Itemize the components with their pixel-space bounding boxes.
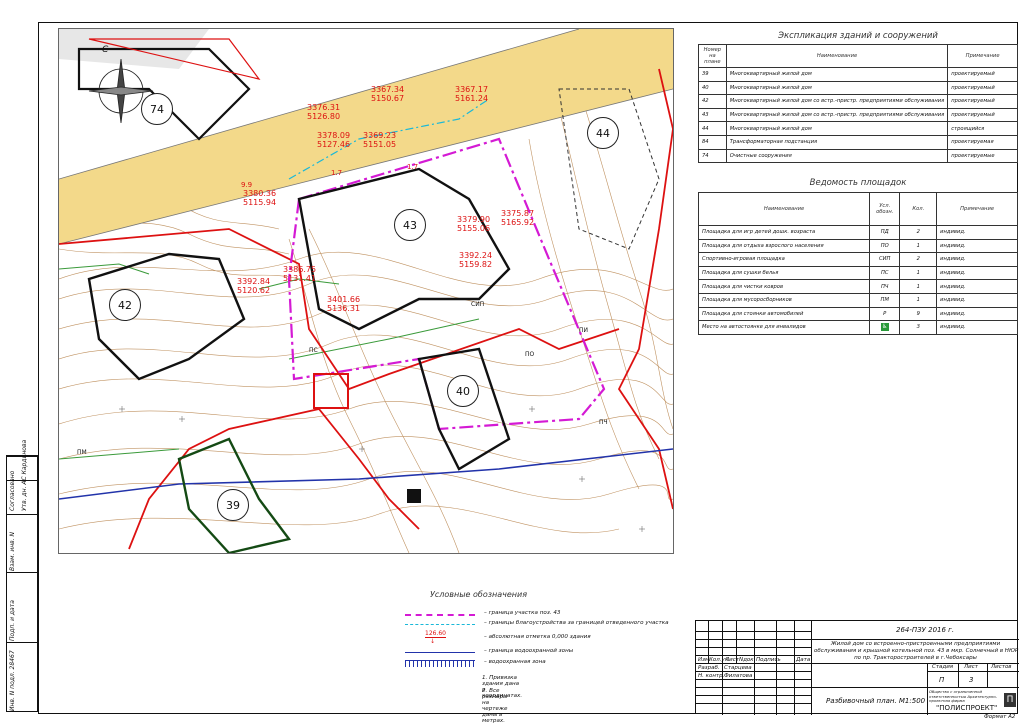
building-number-39: 39 [217,489,249,521]
site-plan: С 74 43 42 40 39 44 3376.31 5126.80 3367.… [58,28,674,554]
legend-title: Условные обозначения [430,590,528,599]
table-row: 74 Очистные сооружения проектируемые [698,148,1018,164]
building-number-40: 40 [447,375,479,407]
org-name: "ПОЛИСПРОЕКТ" [936,704,998,712]
sheets-header: Листов [991,664,1012,670]
table-row: 43 Многоквартирный жилой дом со встр.-при… [698,107,1018,123]
table-row: Площадка для сушки белья ПС 1 индивид. [697,265,1018,281]
wheelchair-icon: ♿ [880,323,889,332]
legend-landscaping-line [405,624,475,625]
drawing-code: 264-ПЗУ 2016 г. [896,626,955,634]
sidebar-label: Инв. N подл. 28467 [9,650,16,711]
org-description: Общество с ограниченной ответственностью… [929,689,998,703]
coord-label: 3367.34 5150.67 [371,85,405,103]
col-header: Примечание [936,192,1018,226]
coord-label: 3380.36 5115.94 [243,189,277,207]
sidebar-label: Утв. дн. АС Кардинова [21,439,28,511]
stamp-col-header: Лист [725,657,739,663]
elevation-arrow-icon: ↓ [430,638,436,645]
legend-item: – граница участка поз. 43 [484,610,561,616]
stamp-person: Старцева [724,665,752,671]
table-row: Площадка для отдыха взрослого населения П… [697,238,1018,254]
legend-item: – границы благоустройства за границей от… [484,620,669,626]
coord-label: 3379.90 5155.06 [457,215,491,233]
table-row: 42 Многоквартирный жилой дом со встр.-при… [698,94,1018,109]
col-header: Наименование [725,44,949,68]
coord-label: 3369.23 5151.05 [363,131,397,149]
north-label: С [102,45,109,55]
coord-label: 3392.24 5159.82 [459,251,493,269]
building-number-44: 44 [587,117,619,149]
dimension-label: 1.7 [407,163,419,171]
approval-sidebar: Согласовано Утв. дн. АС Кардинова Взам. … [6,439,38,712]
coord-label: 3392.84 5120.62 [237,277,271,295]
zone-label: ПМ [77,449,87,456]
explication-title: Экспликация зданий и сооружений [778,31,938,41]
legend-note: 2. Все размеры на чертеже даны в метрах. [482,688,508,724]
stamp-col-header: Дата [796,657,811,663]
title-block: Изм. Кол.уч. Лист Nдок. Подпись Дата Раз… [695,620,1019,715]
table-row: 84 Трансформаторная подстанция проектируем… [698,134,1018,150]
table-row: Спортивно-игровая площадка СИП 2 индивид. [697,252,1018,267]
zone-label: СИП [471,301,485,308]
coord-label: 3376.31 5126.80 [307,103,341,121]
legend-water-zone-hatch [405,660,475,667]
table-row: Площадка для мусоросборников ПМ 1 индивид. [697,292,1018,308]
stamp-role: Н. контр. [698,673,725,679]
stamp-col-header: Подпись [756,657,781,663]
explication-table: Номер на плане Наименование Примечание 3… [698,44,1018,164]
table-row: Площадка для игр детей дошк. возраста ПД 2… [697,225,1018,240]
coord-label: 3378.09 5127.46 [317,131,351,149]
zone-label: ПИ [579,327,588,334]
dimension-label: 9.9 [241,181,253,189]
stage-value: П [939,676,945,684]
project-description: Жилой дом со встроенно-пристроенными пре… [814,641,1019,661]
drawing-title: Разбивочный план. М1:500 [826,697,926,705]
col-header: Примечание [947,44,1018,68]
zone-label: ПС [309,347,318,354]
legend-water-boundary-line [405,652,475,653]
org-logo-icon: П [1004,693,1016,707]
table-row: Место на автостоянке для инвалидов ♿ 3 инди… [697,320,1018,335]
legend-item: – абсолютная отметка 0,000 здания [484,634,591,640]
sidebar-label: Подп. и дата [9,600,16,641]
stamp-person: Филатова [724,673,753,679]
building-number-43: 43 [394,209,426,241]
legend-item: – водоохранная зона [484,659,546,665]
dimension-label: 1.7 [331,169,343,177]
col-header: Номер на плане [698,44,727,68]
legend-item: – граница водоохранной зоны [484,648,574,654]
stamp-role: Разраб. [698,665,720,671]
table-row: Площадка для чистки ковров ПЧ 1 индивид. [697,279,1018,294]
table-row: 39 Многоквартирный жилой дом проектируемый [698,67,1018,82]
stamp-col-header: Nдок. [739,657,756,663]
zone-label: ПЧ [599,419,608,426]
coord-label: 3375.87 5165.92 [501,209,535,227]
table-row: 44 Многоквартирный жилой дом строящийся [698,121,1018,136]
coord-label: 3367.17 5161.24 [455,85,489,103]
col-header: Усл. обозн. [869,192,901,226]
table-row: Площадка для стоянки автомобилей Р 9 индиви… [697,306,1018,322]
table-row: 40 Многоквартирный жилой дом проектируемый [698,80,1018,96]
coord-label: 3386.75 5131.41 [283,265,317,283]
format-label: Формат А2 [984,714,1016,720]
zone-label: ПО [525,351,535,358]
building-number-42: 42 [109,289,141,321]
legend-elevation-mark: 126.60 [425,630,446,638]
sheet-header: Лист [964,664,978,670]
col-header: Кол. [899,192,938,226]
sidebar-label: Взам. инв. N [9,532,16,571]
stage-header: Стадия [932,664,954,670]
sheet-value: 3 [969,676,974,684]
coord-label: 3401.66 5136.31 [327,295,361,313]
building-number-74: 74 [141,93,173,125]
col-header: Наименование [697,192,871,226]
legend-site-boundary-line [405,614,475,616]
areas-table: Наименование Усл. обозн. Кол. Примечание… [697,192,1018,335]
areas-title: Ведомость площадок [809,178,907,188]
